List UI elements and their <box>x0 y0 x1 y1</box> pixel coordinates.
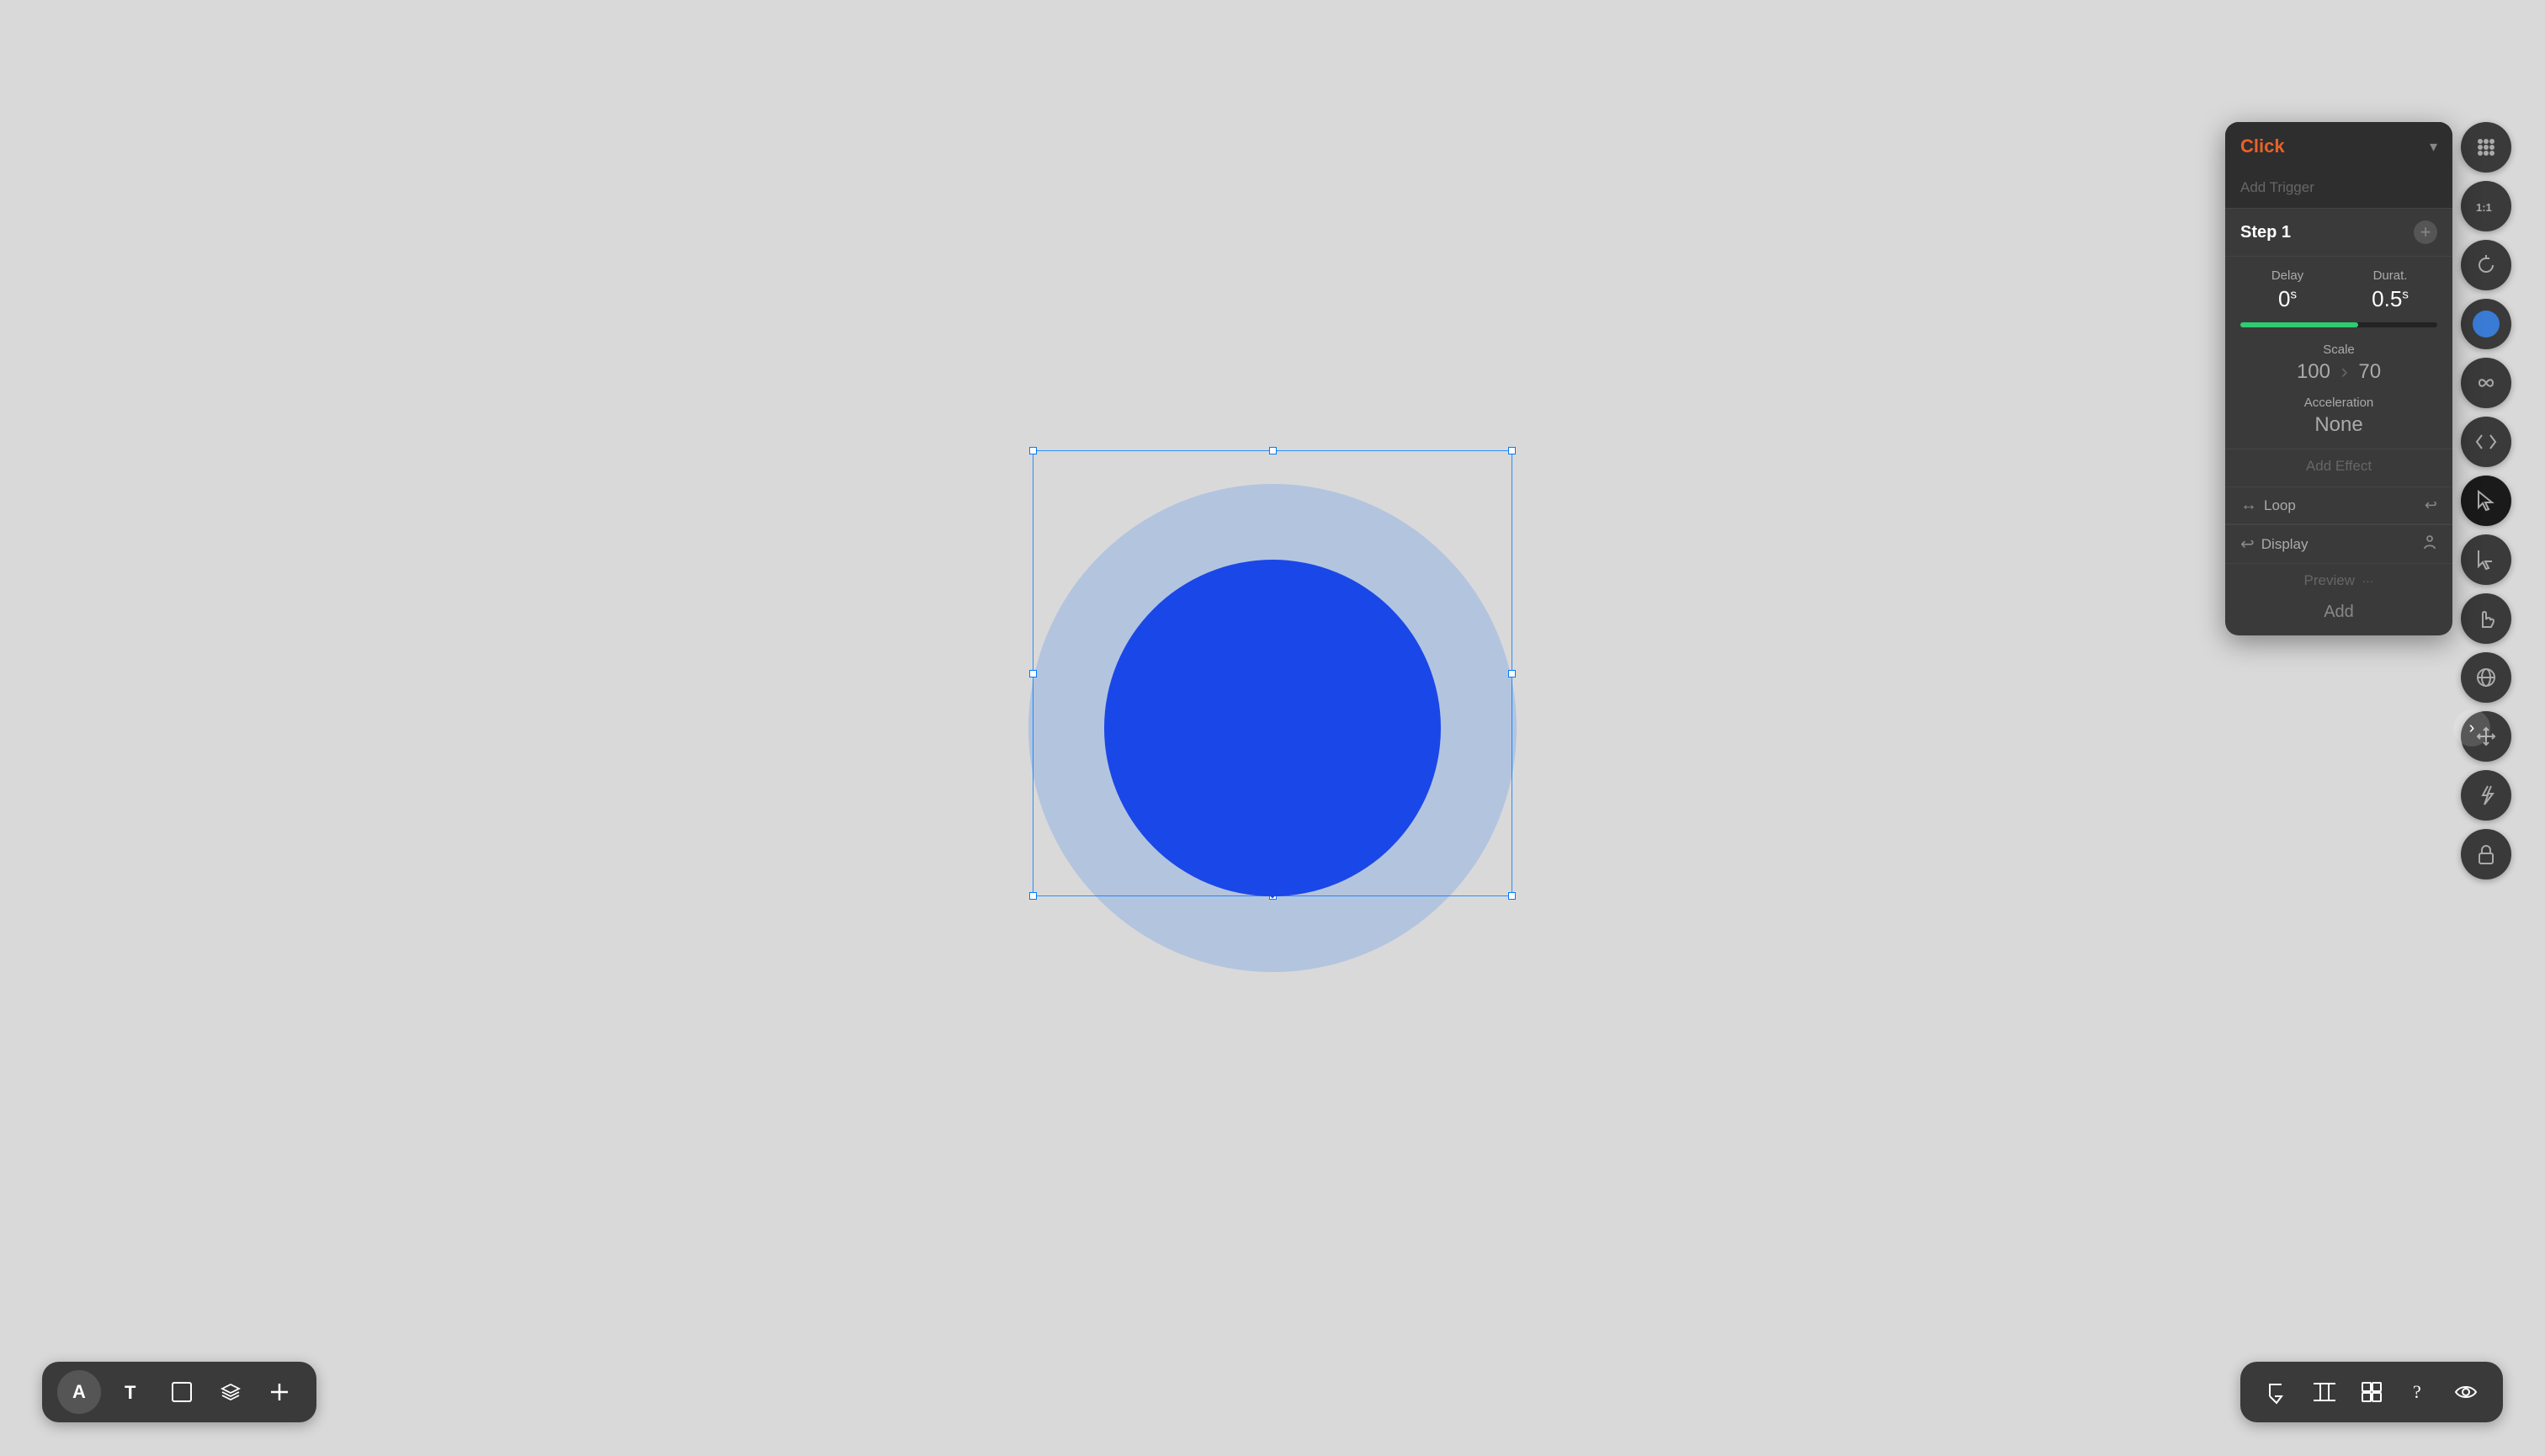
acceleration-row: Acceleration None <box>2225 387 2452 449</box>
trigger-header: Click ▾ <box>2225 122 2452 171</box>
hand-button[interactable] <box>2461 593 2511 644</box>
loop-right-icon[interactable]: ↩ <box>2425 497 2437 514</box>
handle-top-right[interactable] <box>1508 447 1516 454</box>
loop-row: ↔ Loop ↩ <box>2225 486 2452 524</box>
display-label[interactable]: Display <box>2261 536 2309 553</box>
code-button[interactable] <box>2461 417 2511 467</box>
add-effect-text[interactable]: Add Effect <box>2306 458 2372 474</box>
duration-label: Durat. <box>2343 268 2437 283</box>
display-right-icon[interactable] <box>2422 534 2437 554</box>
scale-value: 100 › 70 <box>2240 360 2437 384</box>
help-button[interactable]: ? <box>2397 1370 2441 1414</box>
display-left-icon: ↩ <box>2240 534 2255 555</box>
delay-box: Delay 0s <box>2240 268 2335 312</box>
bottom-toolbar: A T <box>42 1362 316 1422</box>
add-tool-button[interactable] <box>258 1370 301 1414</box>
handle-bottom-right[interactable] <box>1508 892 1516 900</box>
svg-text:?: ? <box>2413 1381 2421 1402</box>
trigger-label[interactable]: Click <box>2240 136 2285 157</box>
text-tool-button[interactable]: T <box>111 1370 155 1414</box>
arrow-right-button[interactable]: › <box>2453 709 2490 747</box>
sphere-button[interactable] <box>2461 652 2511 703</box>
main-circle[interactable] <box>1104 560 1441 896</box>
canvas-area <box>0 0 2545 1456</box>
bottom-right-toolbar: ? <box>2240 1362 2503 1422</box>
layers-tool-button[interactable] <box>209 1370 252 1414</box>
acceleration-label: Acceleration <box>2240 396 2437 410</box>
handle-top-mid[interactable] <box>1269 447 1277 454</box>
arrow-button[interactable] <box>2461 534 2511 585</box>
preview-text[interactable]: Preview <box>2304 572 2355 588</box>
blue-dot-icon <box>2473 311 2500 337</box>
infinity-button[interactable] <box>2461 358 2511 408</box>
refresh-button[interactable] <box>2461 240 2511 290</box>
columns-button[interactable] <box>2303 1370 2346 1414</box>
progress-bar-fill <box>2240 322 2358 327</box>
move-handle[interactable] <box>1263 876 1282 895</box>
delay-label: Delay <box>2240 268 2335 283</box>
handle-top-left[interactable] <box>1029 447 1037 454</box>
scale-label: Scale <box>2240 343 2437 357</box>
loop-side: ↔ Loop <box>2240 496 2296 515</box>
add-button-text[interactable]: Add <box>2324 603 2354 621</box>
handle-bottom-left[interactable] <box>1029 892 1037 900</box>
loop-left-icon: ↔ <box>2240 496 2257 515</box>
right-sidebar: 1:1 <box>2461 122 2511 879</box>
add-button-row: Add <box>2225 594 2452 635</box>
add-trigger-text[interactable]: Add Trigger <box>2240 179 2314 195</box>
eye-button[interactable] <box>2444 1370 2488 1414</box>
progress-bar[interactable] <box>2240 322 2437 327</box>
delay-duration-row: Delay 0s Durat. 0.5s <box>2225 257 2452 316</box>
cursor-button[interactable] <box>2461 476 2511 526</box>
step-title: Step 1 <box>2240 223 2291 242</box>
preview-row: Preview ··· <box>2225 563 2452 594</box>
circle-button[interactable] <box>2461 299 2511 349</box>
delay-value: 0s <box>2240 286 2335 312</box>
layout-button[interactable] <box>2350 1370 2394 1414</box>
lightning-button[interactable] <box>2461 770 2511 821</box>
frame-tool-button[interactable] <box>160 1370 204 1414</box>
step-header: Step 1 + <box>2225 209 2452 257</box>
preview-dots: ··· <box>2362 574 2373 587</box>
grid-icon-button[interactable] <box>2461 122 2511 173</box>
display-row: ↩ Display <box>2225 524 2452 563</box>
duration-value: 0.5s <box>2343 286 2437 312</box>
avatar[interactable]: A <box>57 1370 101 1414</box>
step-add-button[interactable]: + <box>2414 221 2437 244</box>
lasso-button[interactable] <box>2255 1370 2299 1414</box>
one-to-one-button[interactable]: 1:1 <box>2461 181 2511 231</box>
loop-label[interactable]: Loop <box>2264 497 2296 514</box>
lock-button[interactable] <box>2461 829 2511 879</box>
animation-panel: Click ▾ Add Trigger Step 1 + Delay 0s Du… <box>2225 122 2452 635</box>
duration-box: Durat. 0.5s <box>2343 268 2437 312</box>
display-side: ↩ Display <box>2240 534 2309 555</box>
acceleration-value[interactable]: None <box>2240 413 2437 437</box>
trigger-chevron-icon[interactable]: ▾ <box>2430 138 2437 156</box>
add-effect-row: Add Effect <box>2225 449 2452 486</box>
scale-row: Scale 100 › 70 <box>2225 334 2452 387</box>
svg-text:T: T <box>125 1382 136 1403</box>
svg-text:1:1: 1:1 <box>2476 201 2492 214</box>
add-trigger-row: Add Trigger <box>2225 171 2452 209</box>
canvas-frame <box>953 408 1592 1048</box>
